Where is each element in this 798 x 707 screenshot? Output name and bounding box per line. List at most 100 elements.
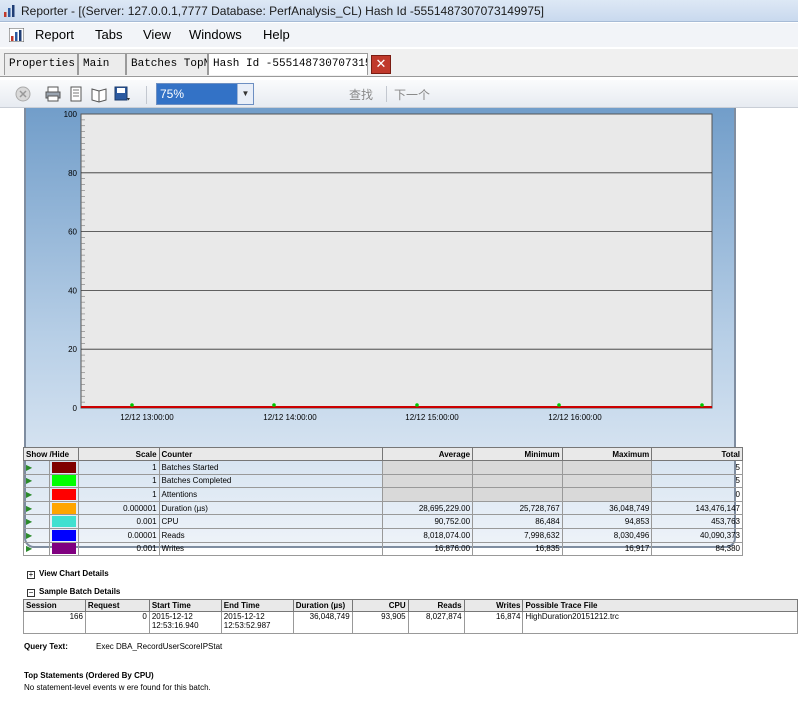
menu-view[interactable]: View (141, 23, 173, 47)
show-hide-toggle[interactable]: ▶ (23, 514, 50, 529)
menu-report[interactable]: Report (33, 23, 76, 47)
tab-properties[interactable]: Properties (4, 53, 78, 75)
counter-name: Attentions (158, 487, 384, 502)
toolbar-separator (146, 86, 147, 104)
menu-windows[interactable]: Windows (187, 23, 244, 47)
play-icon[interactable]: ▶ (26, 490, 32, 499)
menu-help[interactable]: Help (261, 23, 292, 47)
play-icon[interactable]: ▶ (26, 463, 32, 472)
play-icon[interactable]: ▶ (26, 476, 32, 485)
play-icon[interactable]: ▶ (26, 504, 32, 513)
color-swatch (48, 473, 79, 489)
counters-header-row: Show /Hide Scale Counter Average Minimum… (23, 447, 743, 461)
query-text-value: Exec DBA_RecordUserScoreIPStat (96, 642, 223, 651)
batch-start-clock: 12:53:16.940 (151, 621, 199, 630)
play-icon[interactable]: ▶ (26, 544, 32, 553)
view-chart-details-label[interactable]: View Chart Details (39, 569, 109, 578)
reporter-window: Reporter - [(Server: 127.0.0.1,7777 Data… (0, 0, 798, 707)
series-point (700, 403, 704, 407)
zoom-dropdown[interactable]: 75% ▼ (156, 83, 254, 105)
menu-tabs[interactable]: Tabs (93, 23, 124, 47)
col-request: Request (84, 599, 150, 612)
sample-batch-details-label[interactable]: Sample Batch Details (39, 587, 120, 596)
tab-main[interactable]: Main (78, 53, 126, 75)
counter-average: 16,876.00 (382, 541, 474, 557)
print-layout-icon[interactable] (67, 85, 85, 103)
col-session: Session (23, 599, 86, 612)
col-trace-file: Possible Trace File (522, 599, 798, 612)
batch-reads: 8,027,874 (407, 611, 465, 634)
chevron-down-icon[interactable]: ▼ (237, 84, 253, 104)
y-tick-label: 100 (64, 110, 78, 119)
counter-total: 5 (651, 460, 743, 475)
counter-scale: 0.000001 (77, 500, 160, 516)
export-icon[interactable] (113, 85, 131, 103)
counter-total: 143,476,147 (651, 500, 743, 516)
counter-average (382, 487, 474, 502)
counter-minimum: 25,728,767 (472, 500, 563, 516)
counter-row: ▶ 0.001 Writes 16,876.00 16,835 16,917 84,380 (23, 541, 743, 557)
show-hide-toggle[interactable]: ▶ (23, 500, 50, 516)
batch-end-time: 2015-12-12 12:53:52.987 (220, 611, 294, 634)
counter-name: Batches Started (158, 460, 384, 475)
batch-cpu: 93,905 (351, 611, 409, 634)
show-hide-toggle[interactable]: ▶ (23, 541, 50, 557)
color-swatch (48, 514, 79, 529)
stop-icon[interactable] (14, 85, 32, 103)
series-color-swatch (51, 488, 76, 500)
counter-maximum: 16,917 (561, 541, 653, 557)
menu-bar: Report Tabs View Windows Help (0, 23, 798, 47)
batch-end-date: 2015-12-12 (223, 612, 265, 621)
counter-scale: 0.00001 (77, 527, 160, 543)
series-point (272, 403, 276, 407)
print-icon[interactable] (44, 85, 62, 103)
expand-plus-icon[interactable]: + (27, 571, 35, 579)
tab-hash-id[interactable]: Hash Id -555148730707315... (208, 53, 368, 75)
series-color-swatch (51, 461, 76, 473)
col-total: Total (651, 447, 743, 461)
show-hide-toggle[interactable]: ▶ (23, 527, 50, 543)
batch-header-row: Session Request Start Time End Time Dura… (23, 599, 798, 612)
batch-trace-file: HighDuration20151212.trc (522, 611, 798, 634)
sample-batch-details-toggle[interactable]: − Sample Batch Details (27, 587, 120, 597)
report-menu-icon[interactable] (9, 28, 24, 42)
show-hide-toggle[interactable]: ▶ (23, 473, 50, 489)
play-icon[interactable]: ▶ (26, 517, 32, 526)
counter-total: 5 (651, 473, 743, 489)
counter-scale: 1 (77, 487, 160, 502)
find-link[interactable]: 查找 (349, 86, 373, 103)
counter-row: ▶ 0.001 CPU 90,752.00 86,484 94,853 453,763 (23, 514, 743, 529)
report-toolbar: 查找 下一个 (0, 80, 798, 108)
view-chart-details-toggle[interactable]: + View Chart Details (27, 569, 109, 579)
counter-row: ▶ 1 Batches Started 5 (23, 460, 743, 475)
collapse-minus-icon[interactable]: − (27, 589, 35, 597)
toolbar-separator (386, 86, 387, 102)
show-hide-toggle[interactable]: ▶ (23, 487, 50, 502)
counter-scale: 0.001 (77, 541, 160, 557)
play-icon[interactable]: ▶ (26, 531, 32, 540)
batch-details-table: Session Request Start Time End Time Dura… (23, 599, 798, 634)
color-swatch (48, 487, 79, 502)
col-counter: Counter (158, 447, 384, 461)
close-tab-icon[interactable]: ✕ (371, 55, 391, 74)
batch-duration: 36,048,749 (292, 611, 353, 634)
zoom-value[interactable]: 75% (157, 84, 237, 104)
counter-name: Reads (158, 527, 384, 543)
y-tick-label: 20 (68, 345, 77, 354)
counter-row: ▶ 0.00001 Reads 8,018,074.00 7,998,632 8,030,… (23, 527, 743, 543)
col-end-time: End Time (220, 599, 294, 612)
series-color-swatch (51, 475, 76, 487)
page-setup-icon[interactable] (90, 85, 108, 103)
counter-total: 0 (651, 487, 743, 502)
y-tick-label: 0 (73, 404, 78, 413)
tab-batches-topn[interactable]: Batches TopN (126, 53, 208, 75)
show-hide-toggle[interactable]: ▶ (23, 460, 50, 475)
col-start-time: Start Time (148, 599, 222, 612)
counter-name: Duration (µs) (158, 500, 384, 516)
counter-total: 453,763 (651, 514, 743, 529)
report-body: 0 20 40 60 80 100 12/12 13:00:00 12/12 14:00:00… (0, 108, 798, 707)
window-title: Reporter - [(Server: 127.0.0.1,7777 Data… (21, 4, 544, 18)
counter-total: 84,380 (651, 541, 743, 557)
counter-row: ▶ 0.000001 Duration (µs) 28,695,229.00 25,72… (23, 500, 743, 516)
find-next-link[interactable]: 下一个 (394, 86, 430, 103)
